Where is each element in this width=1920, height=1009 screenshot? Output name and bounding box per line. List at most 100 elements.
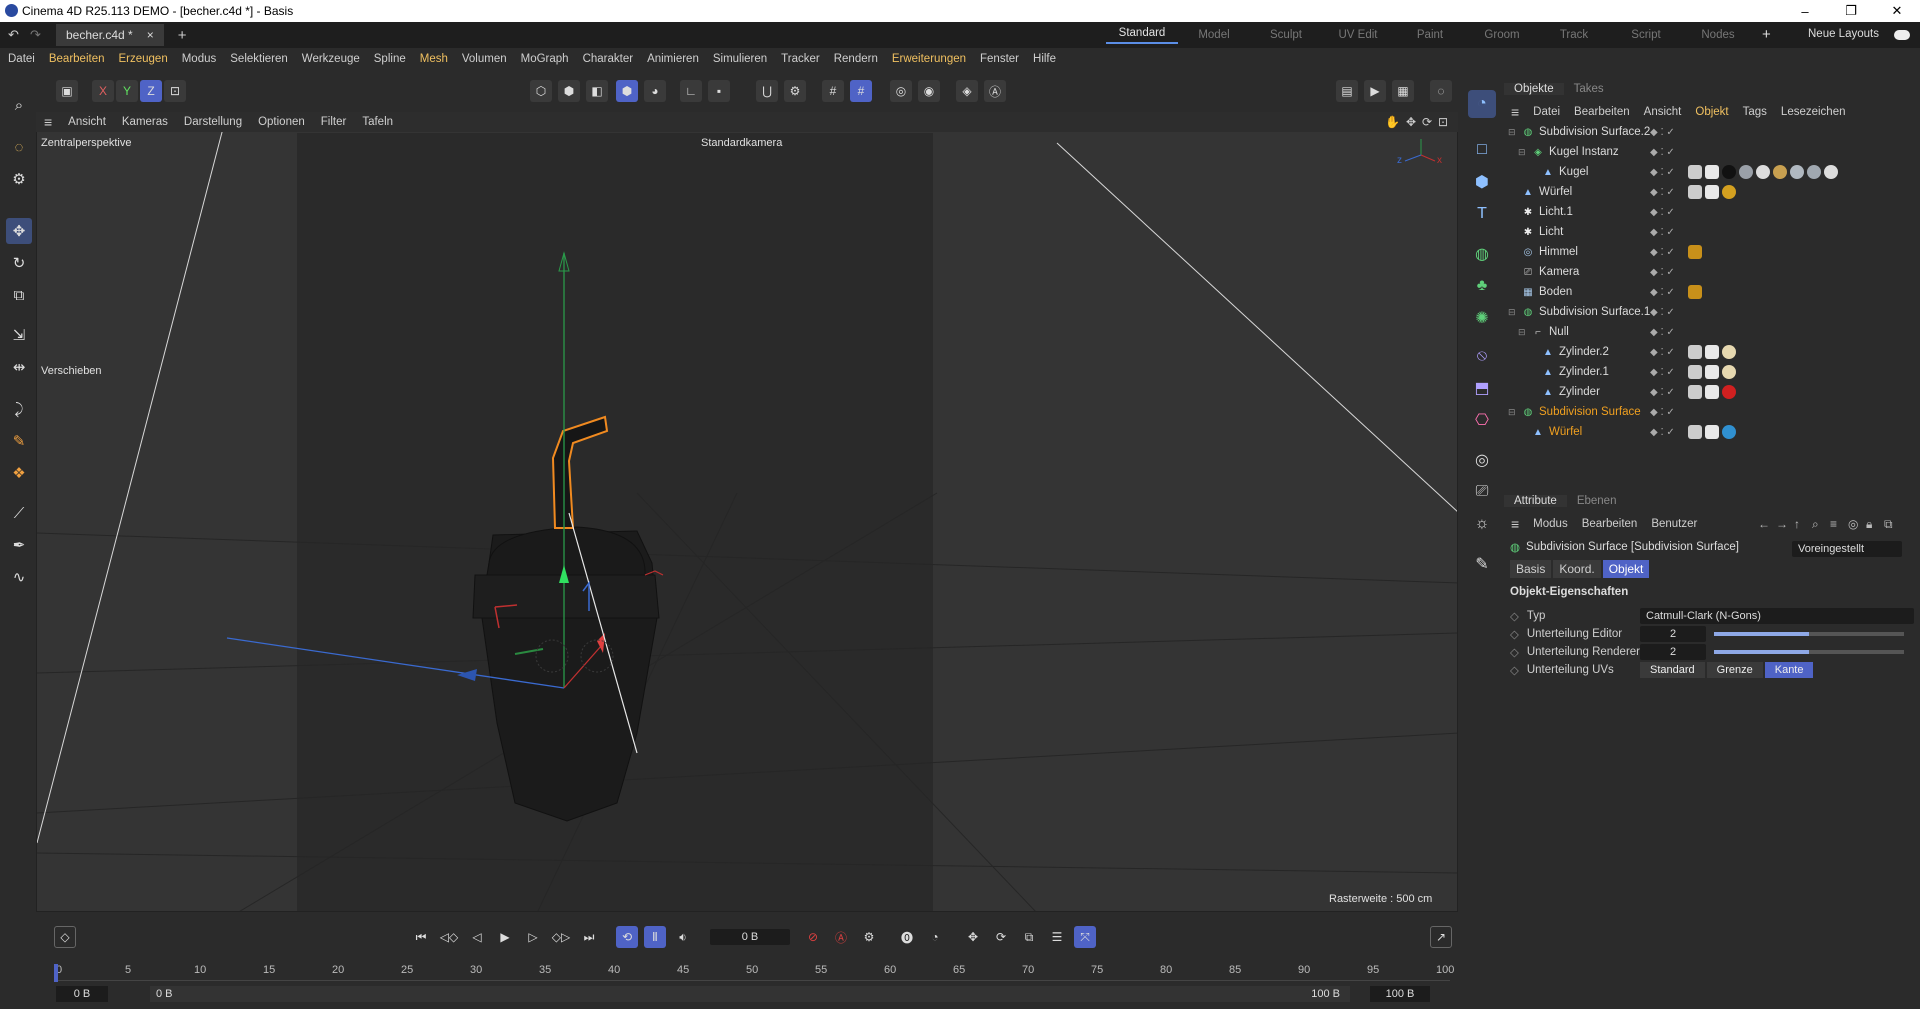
loop-icon[interactable]: ⟲ [616, 926, 638, 948]
material-tag-icon[interactable] [1824, 165, 1838, 179]
keyframe-settings-icon[interactable]: ⚙ [858, 926, 880, 948]
settings-icon[interactable]: ◎ [1848, 517, 1858, 531]
visibility-toggle-icon[interactable]: ◆ ⁚ ✓ [1650, 127, 1675, 138]
coordinate-system-icon[interactable]: ⊡ [164, 80, 186, 102]
material-tag-icon[interactable] [1773, 165, 1787, 179]
pen-tool-icon[interactable]: ✒ [6, 532, 32, 558]
go-to-start-icon[interactable]: ⏮ [410, 926, 432, 948]
visibility-toggle-icon[interactable]: ◆ ⁚ ✓ [1650, 367, 1675, 378]
redshift-icon[interactable]: ◌ [1430, 80, 1452, 102]
phong-tag-icon[interactable] [1705, 345, 1719, 359]
new-window-icon[interactable]: ⧉ [1884, 517, 1893, 532]
search-icon[interactable]: ⌕ [6, 92, 32, 118]
object-row[interactable]: ⊟ ◍ Subdivision Surface.1 ◆ ⁚ ✓ [1504, 302, 1920, 322]
expand-toggle-icon[interactable]: ⊟ [1508, 407, 1518, 418]
next-key-icon[interactable]: ◇▷ [550, 926, 572, 948]
x-axis-button[interactable]: X [92, 80, 114, 102]
add-tab-button[interactable]: + [178, 27, 187, 44]
object-row[interactable]: ⊟ ⌐ Null ◆ ⁚ ✓ [1504, 322, 1920, 342]
material-tag-icon[interactable] [1722, 185, 1736, 199]
tab-attribute[interactable]: Attribute [1504, 495, 1567, 507]
previous-key-icon[interactable]: ◁◇ [438, 926, 460, 948]
menu-datei[interactable]: Datei [8, 53, 35, 65]
visibility-toggle-icon[interactable]: ◆ ⁚ ✓ [1650, 387, 1675, 398]
spline-object-icon[interactable]: □ [1468, 136, 1496, 164]
material-tag-icon[interactable] [1790, 165, 1804, 179]
effector-icon[interactable]: ✺ [1468, 304, 1496, 332]
text-object-icon[interactable]: T [1468, 200, 1496, 228]
scene-tool-icon[interactable]: ⚙ [6, 166, 32, 192]
previous-frame-icon[interactable]: ◁ [466, 926, 488, 948]
keyframe-diamond-icon[interactable]: ◇ [1510, 627, 1519, 641]
menu-volumen[interactable]: Volumen [462, 53, 507, 65]
keyframe-diamond-icon[interactable]: ◇ [1510, 663, 1519, 677]
current-frame-field[interactable]: 0 B [710, 929, 790, 945]
render-settings-icon[interactable]: ▦ [1392, 80, 1414, 102]
model-mode-icon[interactable]: ⬢ [616, 80, 638, 102]
attribute-menu-benutzer[interactable]: Benutzer [1651, 518, 1697, 530]
visibility-toggle-icon[interactable]: ◆ ⁚ ✓ [1650, 327, 1675, 338]
next-frame-icon[interactable]: ▷ [522, 926, 544, 948]
display-tag-icon[interactable] [1688, 385, 1702, 399]
fcurve-icon[interactable]: ↗ [1430, 926, 1452, 948]
menu-bearbeiten[interactable]: Bearbeiten [49, 53, 105, 65]
object-menu-lesezeichen[interactable]: Lesezeichen [1781, 106, 1846, 118]
rotate-tool-icon[interactable]: ↻ [6, 250, 32, 276]
redo-icon[interactable]: ↷ [30, 27, 41, 43]
object-menu-bearbeiten[interactable]: Bearbeiten [1574, 106, 1630, 118]
expand-toggle-icon[interactable]: ⊟ [1508, 127, 1518, 138]
object-row[interactable]: ✱ Licht ◆ ⁚ ✓ [1504, 222, 1920, 242]
layout-tab-groom[interactable]: Groom [1466, 29, 1538, 41]
material-tag-icon[interactable] [1807, 165, 1821, 179]
axis-mode-icon[interactable]: ∟ [680, 80, 702, 102]
magnet-icon[interactable]: ⋃ [756, 80, 778, 102]
position-track-icon[interactable]: ✥ [962, 926, 984, 948]
keyframe-diamond-icon[interactable]: ◇ [1510, 609, 1519, 623]
search-icon[interactable]: ⌕ [1812, 517, 1819, 532]
keyframe-icon[interactable]: ◇ [54, 926, 76, 948]
viewport-menu-ansicht[interactable]: Ansicht [68, 116, 106, 128]
visibility-toggle-icon[interactable]: ◆ ⁚ ✓ [1650, 407, 1675, 418]
object-menu-datei[interactable]: Datei [1533, 106, 1560, 118]
menu-erzeugen[interactable]: Erzeugen [118, 53, 167, 65]
layout-tab-track[interactable]: Track [1538, 29, 1610, 41]
settings-icon[interactable]: ⚙ [784, 80, 806, 102]
max-frame-field[interactable]: 100 B [1370, 986, 1430, 1002]
object-row[interactable]: ▲ Würfel ◆ ⁚ ✓ [1504, 422, 1920, 442]
undo-icon[interactable]: ↶ [8, 27, 19, 43]
min-frame-field[interactable]: 0 B [56, 986, 108, 1002]
preview-range-bar[interactable]: 0 B 100 B [150, 986, 1350, 1002]
material-tag-icon[interactable] [1756, 165, 1770, 179]
subtab-koord[interactable]: Koord. [1553, 560, 1601, 578]
generator-icon[interactable]: ◍ [1468, 240, 1496, 268]
deformer-icon[interactable]: ⦸ [1468, 342, 1496, 370]
uvs-option-grenze[interactable]: Grenze [1706, 662, 1763, 678]
record-icon[interactable]: ⊘ [802, 926, 824, 948]
layout-tab-sculpt[interactable]: Sculpt [1250, 29, 1322, 41]
light-object-icon[interactable]: ☼ [1468, 510, 1496, 538]
phong-tag-icon[interactable] [1705, 165, 1719, 179]
auto-key-icon[interactable]: Ⓐ [830, 926, 852, 948]
visibility-toggle-icon[interactable]: ◆ ⁚ ✓ [1650, 167, 1675, 178]
visibility-toggle-icon[interactable]: ◆ ⁚ ✓ [1650, 427, 1675, 438]
object-row[interactable]: ▲ Zylinder.1 ◆ ⁚ ✓ [1504, 362, 1920, 382]
object-row[interactable]: ⎚ Kamera ◆ ⁚ ✓ [1504, 262, 1920, 282]
viewport-menu-kameras[interactable]: Kameras [122, 116, 168, 128]
view-toggle-icon[interactable]: ▣ [56, 80, 78, 102]
display-tag-icon[interactable] [1688, 285, 1702, 299]
object-row[interactable]: ✱ Licht.1 ◆ ⁚ ✓ [1504, 202, 1920, 222]
display-tag-icon[interactable] [1688, 165, 1702, 179]
cube-object-icon[interactable]: ⬢ [1468, 168, 1496, 196]
render-picture-viewer-icon[interactable]: ▶ [1364, 80, 1386, 102]
close-button[interactable]: ✕ [1874, 0, 1920, 22]
editor-stepper[interactable]: 2 [1640, 626, 1706, 642]
menu-animieren[interactable]: Animieren [647, 53, 699, 65]
knife-tool-icon[interactable]: ✎ [6, 428, 32, 454]
uvs-option-kante[interactable]: Kante [1764, 662, 1814, 678]
expand-toggle-icon[interactable]: ⊟ [1508, 307, 1518, 318]
keyframe-diamond-icon[interactable]: ◇ [1510, 645, 1519, 659]
keyframe-selection-icon[interactable]: ⓿ [896, 926, 918, 948]
object-menu-tags[interactable]: Tags [1743, 106, 1767, 118]
soft-selection-icon[interactable]: ◎ [890, 80, 912, 102]
tab-ebenen[interactable]: Ebenen [1567, 495, 1627, 507]
